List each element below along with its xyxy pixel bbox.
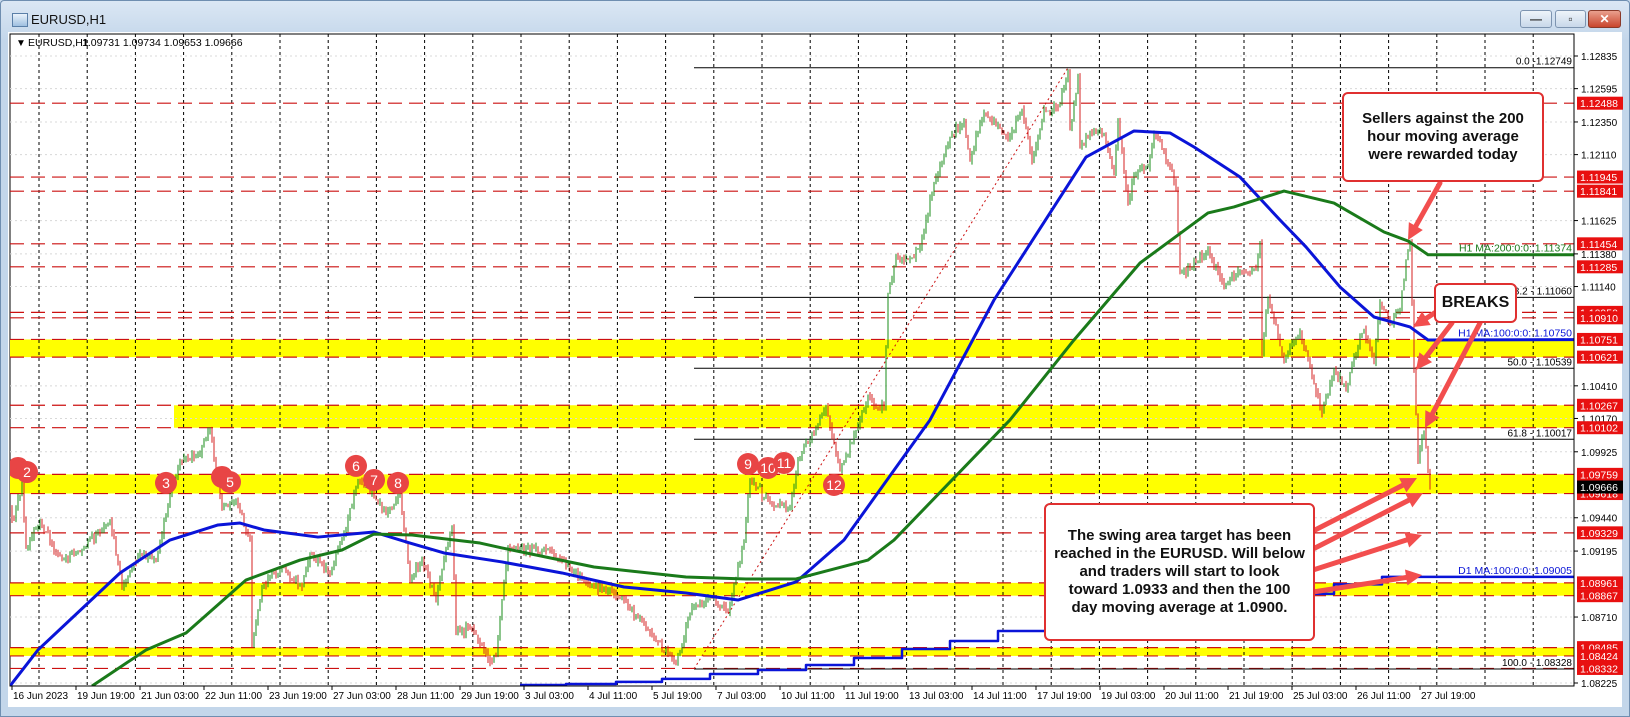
price-tick-label: 1.12595	[1581, 85, 1618, 96]
time-tick-label: 4 Jul 11:00	[589, 691, 638, 702]
price-level-tag-label: 1.09759	[1580, 469, 1618, 481]
time-tick-label: 29 Jun 19:00	[461, 691, 519, 702]
time-tick-label: 10 Jul 11:00	[781, 691, 835, 702]
price-tick-label: 1.11625	[1581, 217, 1617, 228]
support-resistance-band	[10, 474, 1574, 494]
price-tick-label: 1.09925	[1581, 448, 1618, 459]
time-tick-label: 26 Jul 11:00	[1357, 691, 1411, 702]
annotation-line: The swing area target has been	[1067, 527, 1292, 544]
moving-average-label: H1 MA:100:0:0: 1.10750	[1458, 328, 1572, 340]
time-tick-label: 5 Jul 19:00	[653, 691, 702, 702]
price-tick-label: 1.10410	[1581, 382, 1618, 393]
price-tick-label: 1.11380	[1581, 250, 1617, 261]
moving-average-label: H1 MA:200:0:0: 1.11374	[1459, 243, 1572, 255]
price-level-tag-label: 1.08867	[1580, 591, 1618, 603]
time-tick-label: 25 Jul 03:00	[1293, 691, 1348, 702]
price-level-tag-label: 1.10910	[1580, 313, 1618, 325]
price-level-tag-label: 1.10267	[1580, 400, 1618, 412]
price-tick-label: 1.11140	[1581, 283, 1616, 294]
time-tick-label: 22 Jun 11:00	[205, 691, 263, 702]
annotation-line: and traders will start to look	[1079, 563, 1280, 580]
price-tick-label: 1.12350	[1581, 118, 1618, 129]
price-level-tag-label: 1.11841	[1580, 186, 1617, 198]
time-tick-label: 3 Jul 03:00	[525, 691, 574, 702]
time-tick-label: 14 Jul 11:00	[973, 691, 1027, 702]
fibonacci-level-label: 38.2 - 1.11060	[1508, 286, 1572, 297]
swing-marker-label: 6	[352, 458, 360, 474]
price-tick-label: 1.08225	[1581, 679, 1618, 690]
chart-symbol: EURUSD,H1	[28, 37, 89, 49]
fibonacci-level-label: 100.0 - 1.08328	[1502, 658, 1572, 669]
price-level-tag-label: 1.11945	[1580, 172, 1617, 184]
price-level-tag-label: 1.09329	[1580, 528, 1618, 540]
swing-marker-label: 5	[226, 474, 234, 490]
price-level-tag-label: 1.08332	[1580, 663, 1618, 675]
annotation-swing-target: The swing area target has been reached in…	[1044, 503, 1315, 641]
fibonacci-level-label: 50.0 - 1.10539	[1508, 357, 1573, 368]
annotation-line: hour moving average	[1367, 128, 1519, 145]
annotation-breaks: BREAKS	[1434, 283, 1517, 323]
annotation-sellers: Sellers against the 200 hour moving avera…	[1342, 92, 1544, 182]
price-level-tag-label: 1.08424	[1580, 651, 1618, 663]
price-level-tag-label: 1.11454	[1580, 239, 1617, 251]
fibonacci-level-label: 0.0 -1.12749	[1516, 57, 1573, 68]
swing-marker-label: 8	[394, 475, 402, 491]
time-tick-label: 19 Jul 03:00	[1101, 691, 1156, 702]
time-tick-label: 21 Jun 03:00	[141, 691, 199, 702]
price-level-tag-label: 1.12488	[1580, 98, 1618, 110]
price-tick-label: 1.12835	[1581, 52, 1618, 63]
price-level-tag-label: 1.10621	[1580, 352, 1618, 364]
support-resistance-band	[10, 647, 1574, 656]
time-tick-label: 28 Jun 11:00	[397, 691, 455, 702]
current-price-label: 1.09666	[1580, 482, 1618, 494]
price-level-tag-label: 1.08961	[1580, 578, 1618, 590]
annotation-line: Sellers against the 200	[1362, 110, 1524, 127]
time-tick-label: 27 Jun 03:00	[333, 691, 391, 702]
annotation-line: BREAKS	[1441, 294, 1510, 311]
price-tick-label: 1.09440	[1581, 514, 1618, 525]
price-level-tag-label: 1.11285	[1580, 262, 1617, 274]
time-tick-label: 17 Jul 19:00	[1037, 691, 1092, 702]
price-tick-label: 1.08710	[1581, 613, 1618, 624]
time-tick-label: 7 Jul 03:00	[717, 691, 766, 702]
time-tick-label: 20 Jul 11:00	[1165, 691, 1219, 702]
time-tick-label: 27 Jul 19:00	[1421, 691, 1476, 702]
swing-marker-label: 7	[370, 472, 378, 488]
time-tick-label: 23 Jun 19:00	[269, 691, 327, 702]
price-level-tag-label: 1.10751	[1580, 334, 1618, 346]
time-tick-label: 21 Jul 19:00	[1229, 691, 1284, 702]
annotation-line: reached in the EURUSD. Will below	[1054, 545, 1305, 562]
swing-marker-label: 3	[162, 475, 170, 491]
time-tick-label: 19 Jun 19:00	[77, 691, 135, 702]
annotation-line: day moving average at 1.0900.	[1071, 599, 1288, 616]
swing-marker-label: 11	[777, 455, 792, 471]
price-level-tag-label: 1.10102	[1580, 423, 1618, 435]
swing-marker-label: 12	[826, 477, 842, 493]
fibonacci-level-label: 61.8 - 1.10017	[1508, 428, 1573, 439]
swing-marker-label: 9	[744, 456, 752, 472]
swing-marker-label: 2	[23, 464, 31, 480]
annotation-line: were rewarded today	[1368, 146, 1518, 163]
time-tick-label: 13 Jul 03:00	[909, 691, 964, 702]
support-resistance-band	[10, 339, 1574, 358]
symbol-dropdown-icon: ▼	[16, 38, 26, 49]
time-tick-label: 11 Jul 19:00	[845, 691, 899, 702]
price-tick-label: 1.09195	[1581, 547, 1618, 558]
chart-ohlc-values: 1.09731 1.09734 1.09653 1.09666	[82, 37, 243, 49]
price-tick-label: 1.12110	[1581, 151, 1617, 162]
annotation-line: toward 1.0933 and then the 100	[1068, 581, 1291, 598]
moving-average-label: D1 MA:100:0:0: 1.09005	[1458, 565, 1572, 577]
time-tick-label: 16 Jun 2023	[13, 691, 68, 702]
